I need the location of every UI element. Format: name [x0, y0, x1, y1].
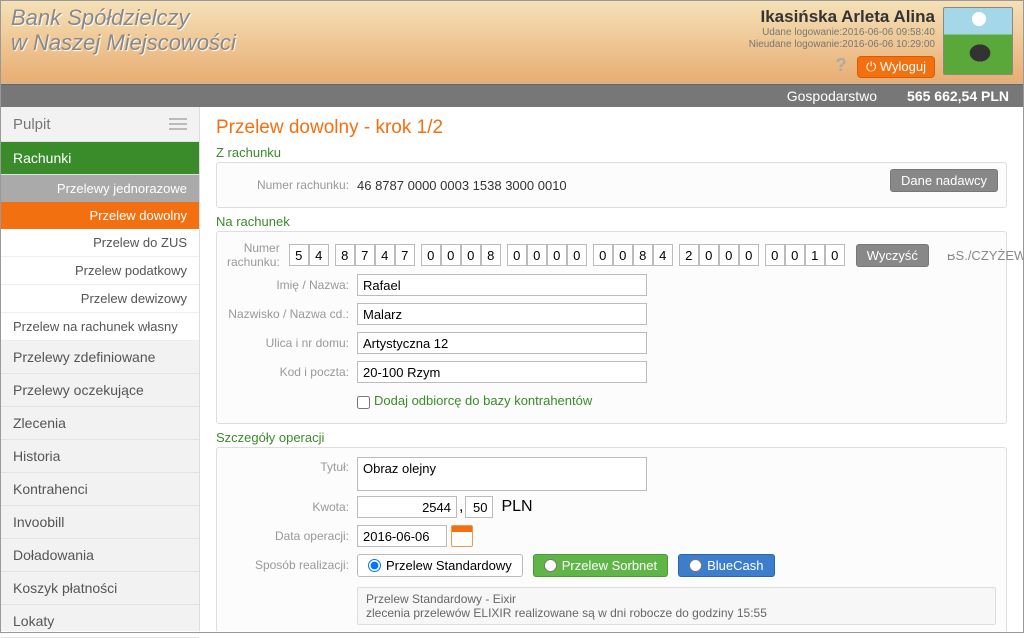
account-digit[interactable] — [653, 244, 673, 266]
help-icon[interactable]: ? — [836, 55, 847, 75]
postal-input[interactable] — [357, 361, 647, 383]
login-success: Udane logowanie:2016-06-06 09:58:40 — [749, 27, 935, 39]
sidebar-sub-podatkowy[interactable]: Przelew podatkowy — [1, 257, 199, 285]
label-street: Ulica i nr domu: — [227, 336, 357, 350]
section-z-rachunku: Z rachunku — [216, 145, 1007, 160]
page-title: Przelew dowolny - krok 1/2 — [216, 117, 1007, 139]
account-digit[interactable] — [289, 244, 309, 266]
account-digit[interactable] — [613, 244, 633, 266]
sidebar: Pulpit Rachunki Przelewy jednorazowe Prz… — [1, 107, 200, 631]
label-method: Sposób realizacji: — [227, 558, 357, 572]
sidebar-sub-dewizowy[interactable]: Przelew dewizowy — [1, 285, 199, 313]
sidebar-item-lokaty[interactable]: Lokaty — [1, 605, 199, 638]
main-content: Przelew dowolny - krok 1/2 Z rachunku Nu… — [200, 107, 1023, 631]
section-na-rachunek: Na rachunek — [216, 214, 1007, 229]
method-standard[interactable]: Przelew Standardowy — [357, 554, 523, 577]
panel-z-rachunku: Numer rachunku: 46 8787 0000 0003 1538 3… — [216, 162, 1007, 208]
calendar-icon[interactable] — [451, 525, 473, 547]
to-account-input[interactable] — [288, 243, 846, 267]
avatar — [943, 7, 1013, 75]
sender-data-button[interactable]: Dane nadawcy — [890, 169, 998, 192]
account-digit[interactable] — [719, 244, 739, 266]
account-summary-bar: Gospodarstwo 565 662,54 PLN — [1, 84, 1023, 107]
label-from-account: Numer rachunku: — [227, 178, 357, 192]
sidebar-sub-jednorazowe[interactable]: Przelewy jednorazowe — [1, 175, 199, 202]
account-name: Gospodarstwo — [787, 88, 877, 104]
title-input[interactable]: Obraz olejny — [357, 457, 647, 491]
sidebar-item-historia[interactable]: Historia — [1, 440, 199, 473]
account-digit[interactable] — [825, 244, 845, 266]
sidebar-item-kontrahenci[interactable]: Kontrahenci — [1, 473, 199, 506]
label-amount: Kwota: — [227, 500, 357, 514]
sidebar-item-zdefiniowane[interactable]: Przelewy zdefiniowane — [1, 341, 199, 374]
account-digit[interactable] — [421, 244, 441, 266]
section-szczegoly: Szczegóły operacji — [216, 430, 1007, 445]
account-digit[interactable] — [507, 244, 527, 266]
account-digit[interactable] — [395, 244, 415, 266]
account-digit[interactable] — [805, 244, 825, 266]
sidebar-sub-wlasny[interactable]: Przelew na rachunek własny — [1, 313, 199, 341]
account-digit[interactable] — [355, 244, 375, 266]
panel-szczegoly: Tytuł: Obraz olejny Kwota: , PLN Data op… — [216, 447, 1007, 631]
label-surname: Nazwisko / Nazwa cd.: — [227, 307, 357, 321]
sidebar-sub-dowolny[interactable]: Przelew dowolny — [1, 202, 199, 229]
logout-button[interactable]: ⏻ Wyloguj — [857, 56, 935, 78]
account-digit[interactable] — [765, 244, 785, 266]
clear-account-button[interactable]: Wyczyść — [856, 244, 929, 267]
sidebar-item-oczekujace[interactable]: Przelewy oczekujące — [1, 374, 199, 407]
amount-decimal-input[interactable] — [465, 496, 493, 518]
sidebar-item-doladowania[interactable]: Doładowania — [1, 539, 199, 572]
add-to-basket-checkbox[interactable]: Dodaj przelew do koszyka płatności — [357, 630, 580, 631]
amount-currency: PLN — [501, 498, 532, 516]
label-date: Data operacji: — [227, 529, 357, 543]
account-digit[interactable] — [567, 244, 587, 266]
amount-integer-input[interactable] — [357, 496, 457, 518]
login-fail: Nieudane logowanie:2016-06-06 10:29:00 — [749, 39, 935, 51]
surname-input[interactable] — [357, 303, 647, 325]
sidebar-item-rachunki[interactable]: Rachunki — [1, 142, 199, 175]
account-digit[interactable] — [593, 244, 613, 266]
user-name: Ikasińska Arleta Alina — [749, 7, 935, 27]
label-to-account: Numer rachunku: — [227, 241, 288, 269]
sidebar-item-zlecenia[interactable]: Zlecenia — [1, 407, 199, 440]
account-digit[interactable] — [335, 244, 355, 266]
account-digit[interactable] — [633, 244, 653, 266]
street-input[interactable] — [357, 332, 647, 354]
sidebar-sub-zus[interactable]: Przelew do ZUS — [1, 229, 199, 257]
app-header: Bank Spółdzielczy w Naszej Miejscowości … — [1, 1, 1023, 84]
account-digit[interactable] — [699, 244, 719, 266]
sidebar-item-koszyk[interactable]: Koszyk płatności — [1, 572, 199, 605]
account-digit[interactable] — [481, 244, 501, 266]
sidebar-item-pulpit[interactable]: Pulpit — [1, 107, 199, 142]
label-name: Imię / Nazwa: — [227, 278, 357, 292]
label-title: Tytuł: — [227, 457, 357, 474]
account-balance: 565 662,54 PLN — [907, 88, 1009, 104]
user-block: Ikasińska Arleta Alina Udane logowanie:2… — [749, 7, 935, 78]
account-digit[interactable] — [461, 244, 481, 266]
account-digit[interactable] — [785, 244, 805, 266]
add-recipient-checkbox[interactable]: Dodaj odbiorcę do bazy kontrahentów — [357, 393, 592, 408]
recipient-bank-name: BS./CZYŻEW — [947, 248, 1023, 263]
method-bluecash[interactable]: BlueCash — [678, 554, 774, 577]
account-digit[interactable] — [441, 244, 461, 266]
name-input[interactable] — [357, 274, 647, 296]
panel-na-rachunek: Numer rachunku: Wyczyść BS./CZYŻEW Imię … — [216, 231, 1007, 424]
from-account-number: 46 8787 0000 0003 1538 3000 0010 — [357, 178, 567, 193]
date-input[interactable] — [357, 525, 447, 547]
account-digit[interactable] — [739, 244, 759, 266]
account-digit[interactable] — [309, 244, 329, 266]
account-digit[interactable] — [679, 244, 699, 266]
account-digit[interactable] — [375, 244, 395, 266]
sidebar-item-invoobill[interactable]: Invoobill — [1, 506, 199, 539]
method-info-box: Przelew Standardowy - Eixir zlecenia prz… — [357, 587, 996, 625]
label-postal: Kod i poczta: — [227, 365, 357, 379]
account-digit[interactable] — [547, 244, 567, 266]
account-digit[interactable] — [527, 244, 547, 266]
hamburger-icon[interactable] — [169, 115, 187, 133]
method-sorbnet[interactable]: Przelew Sorbnet — [533, 554, 668, 577]
